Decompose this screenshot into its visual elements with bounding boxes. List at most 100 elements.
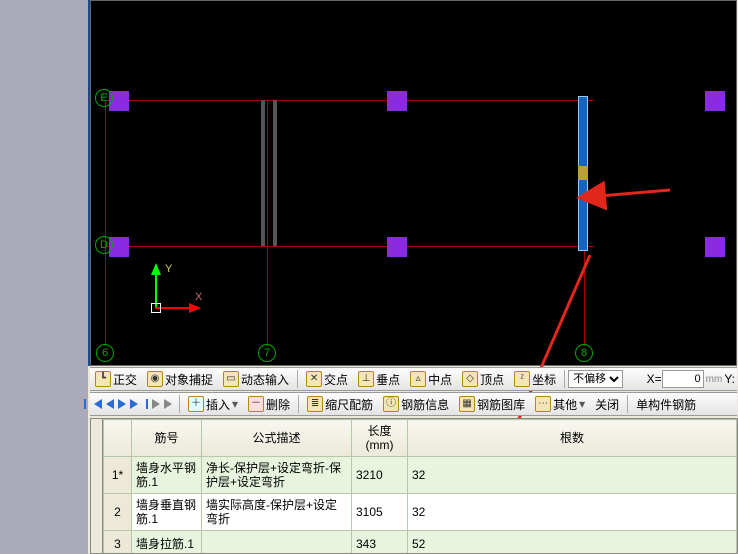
mid-icon: ▵ <box>410 371 426 387</box>
table-cell[interactable]: 墙身垂直钢筋.1 <box>132 494 202 531</box>
close-button[interactable]: 关闭 <box>590 393 624 415</box>
header-count[interactable]: 根数 <box>408 420 737 457</box>
coord-label: 坐标 <box>532 371 556 388</box>
scale-rebar-button[interactable]: ≣缩尺配筋 <box>302 393 378 415</box>
x-label: X= <box>647 372 662 386</box>
nav-play-icon[interactable] <box>152 399 160 409</box>
table-cell[interactable]: 墙身拉筋.1 <box>132 531 202 554</box>
single-member-button[interactable]: 单构件钢筋 <box>631 393 701 415</box>
table-cell[interactable]: 墙实际高度-保护层+设定弯折 <box>202 494 352 531</box>
node-e-right[interactable] <box>705 91 725 111</box>
table-cell[interactable]: 3210 <box>352 457 408 494</box>
column-edge-a <box>261 100 265 246</box>
drawing-viewport[interactable]: E D 6 7 8 Y X <box>90 0 737 366</box>
axis-bubble-8: 8 <box>575 344 593 362</box>
header-len[interactable]: 长度(mm) <box>352 420 408 457</box>
row-number: 1* <box>104 457 132 494</box>
column-edge-b <box>273 100 277 246</box>
header-id[interactable]: 筋号 <box>132 420 202 457</box>
table-cell[interactable]: 墙身水平钢筋.1 <box>132 457 202 494</box>
dyninput-label: 动态输入 <box>241 371 289 388</box>
node-e-mid[interactable] <box>387 91 407 111</box>
dyninput-toggle[interactable]: ▭动态输入 <box>218 368 294 390</box>
axis-bubble-e-label: E <box>100 92 107 104</box>
coord-readout: X= mm Y: <box>647 370 737 388</box>
gridline-e <box>105 100 594 101</box>
perp-label: 垂点 <box>376 371 400 388</box>
separator <box>298 395 299 413</box>
rebar-lib-button[interactable]: ▦钢筋图库 <box>454 393 530 415</box>
ortho-label: 正交 <box>113 371 137 388</box>
nav-first-icon[interactable] <box>94 399 102 409</box>
node-d-mid[interactable] <box>387 237 407 257</box>
node-d-right[interactable] <box>705 237 725 257</box>
close-label: 关闭 <box>595 396 619 413</box>
table-row[interactable]: 1*墙身水平钢筋.1净长-保护层+设定弯折-保护层+设定弯折321032 <box>104 457 737 494</box>
ucs-y-label: Y <box>165 263 172 275</box>
snap-perpendicular[interactable]: ⊥垂点 <box>353 368 405 390</box>
other-button[interactable]: ⋯其他▾ <box>530 393 590 415</box>
axis-bubble-7: 7 <box>258 344 276 362</box>
table-row[interactable]: 2墙身垂直钢筋.1墙实际高度-保护层+设定弯折310532 <box>104 494 737 531</box>
table-cell[interactable]: 32 <box>408 494 737 531</box>
table-cell[interactable]: 52 <box>408 531 737 554</box>
axis-bubble-d-label: D <box>100 239 108 251</box>
perp-icon: ⊥ <box>358 371 374 387</box>
table-cell[interactable]: 32 <box>408 457 737 494</box>
left-panel-placeholder <box>0 0 88 554</box>
osnap-icon: ◉ <box>147 371 163 387</box>
nav-play2-icon[interactable] <box>164 399 172 409</box>
x-value-input[interactable] <box>662 370 704 388</box>
record-nav <box>90 399 176 409</box>
intersection-icon: ✕ <box>306 371 322 387</box>
scale-rebar-icon: ≣ <box>307 396 323 412</box>
scale-rebar-label: 缩尺配筋 <box>325 396 373 413</box>
snap-apex[interactable]: ◇顶点 <box>457 368 509 390</box>
apex-label: 顶点 <box>480 371 504 388</box>
table-cell[interactable] <box>202 531 352 554</box>
rebar-table[interactable]: 筋号 公式描述 长度(mm) 根数 1*墙身水平钢筋.1净长-保护层+设定弯折-… <box>102 418 738 554</box>
rebar-toolbar: ＋插入▾ －删除 ≣缩尺配筋 ⓘ钢筋信息 ▦钢筋图库 ⋯其他▾ 关闭 单构件钢筋 <box>90 392 737 416</box>
insert-button[interactable]: ＋插入▾ <box>183 393 243 415</box>
header-rownum <box>104 420 132 457</box>
delete-label: 删除 <box>266 396 290 413</box>
single-member-label: 单构件钢筋 <box>636 396 696 413</box>
other-label: 其他 <box>553 396 577 413</box>
ucs-x-label: X <box>195 291 202 303</box>
insert-label: 插入 <box>206 396 230 413</box>
other-icon: ⋯ <box>535 396 551 412</box>
ortho-toggle[interactable]: ┗正交 <box>90 368 142 390</box>
snap-intersection[interactable]: ✕交点 <box>301 368 353 390</box>
coord-icon: ᶻ <box>514 371 530 387</box>
apex-icon: ◇ <box>462 371 478 387</box>
rebar-info-button[interactable]: ⓘ钢筋信息 <box>378 393 454 415</box>
table-cell[interactable]: 3105 <box>352 494 408 531</box>
osnap-toggle[interactable]: ◉对象捕捉 <box>142 368 218 390</box>
ortho-icon: ┗ <box>95 371 111 387</box>
row-number: 2 <box>104 494 132 531</box>
nav-last-icon[interactable] <box>130 399 138 409</box>
table-cell[interactable]: 343 <box>352 531 408 554</box>
mid-label: 中点 <box>428 371 452 388</box>
axis-bubble-e: E <box>95 89 113 107</box>
gridline-7v <box>267 100 268 346</box>
table-cell[interactable]: 净长-保护层+设定弯折-保护层+设定弯折 <box>202 457 352 494</box>
insert-icon: ＋ <box>188 396 204 412</box>
snap-coord[interactable]: ᶻ坐标 <box>509 368 561 390</box>
header-desc[interactable]: 公式描述 <box>202 420 352 457</box>
chevron-down-icon: ▾ <box>579 397 585 411</box>
axis-bubble-6-label: 6 <box>102 347 108 359</box>
snap-midpoint[interactable]: ▵中点 <box>405 368 457 390</box>
gridline-6v <box>105 100 106 346</box>
rebar-info-icon: ⓘ <box>383 396 399 412</box>
offset-combo[interactable]: 不偏移 <box>568 370 623 388</box>
delete-button[interactable]: －删除 <box>243 393 295 415</box>
wall-opening <box>578 166 588 180</box>
nav-next-icon[interactable] <box>118 399 126 409</box>
mm-label: mm <box>706 374 723 385</box>
gridline-d <box>105 246 594 247</box>
table-header-row: 筋号 公式描述 长度(mm) 根数 <box>104 420 737 457</box>
rebar-info-label: 钢筋信息 <box>401 396 449 413</box>
table-row[interactable]: 3墙身拉筋.134352 <box>104 531 737 554</box>
nav-prev-icon[interactable] <box>106 399 114 409</box>
